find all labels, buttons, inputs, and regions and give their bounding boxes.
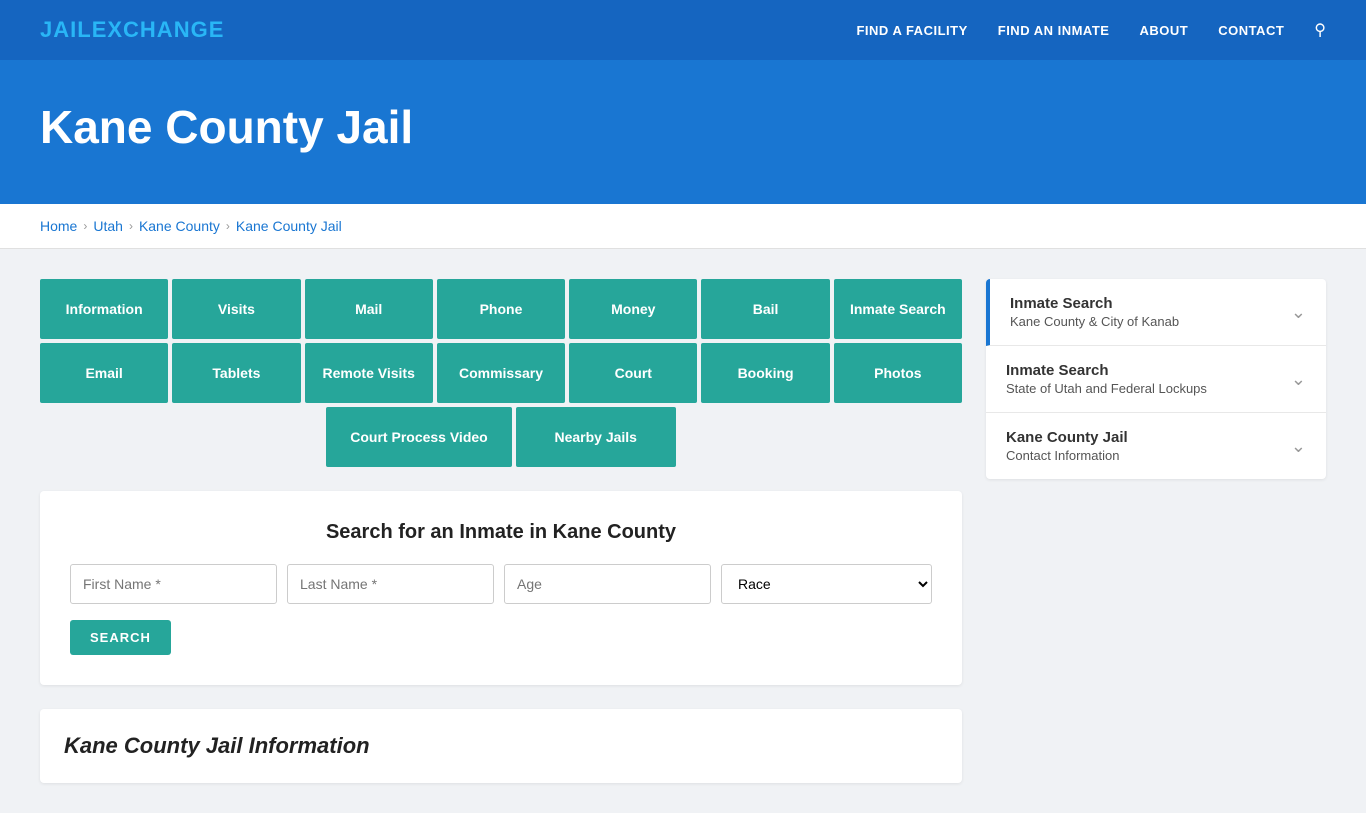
button-grid-row1: Information Visits Mail Phone Money Bail…	[40, 279, 962, 339]
sidebar-column: Inmate Search Kane County & City of Kana…	[986, 279, 1326, 783]
logo-part1: JAIL	[40, 17, 92, 42]
age-input[interactable]	[504, 564, 711, 604]
sidebar-item-text-2: Inmate Search State of Utah and Federal …	[1006, 362, 1207, 396]
main-column: Information Visits Mail Phone Money Bail…	[40, 279, 962, 783]
btn-information[interactable]: Information	[40, 279, 168, 339]
inmate-search-box: Search for an Inmate in Kane County Race…	[40, 491, 962, 685]
site-logo[interactable]: JAILEXCHANGE	[40, 17, 224, 43]
sidebar-item-subtitle-2: State of Utah and Federal Lockups	[1006, 381, 1207, 396]
btn-bail[interactable]: Bail	[701, 279, 829, 339]
nav-find-facility[interactable]: FIND A FACILITY	[856, 23, 967, 38]
breadcrumb-home[interactable]: Home	[40, 218, 77, 234]
chevron-down-icon-3: ⌄	[1291, 436, 1306, 457]
sidebar-item-inmate-search-utah[interactable]: Inmate Search State of Utah and Federal …	[986, 346, 1326, 413]
breadcrumb-utah[interactable]: Utah	[93, 218, 123, 234]
sidebar-item-subtitle-3: Contact Information	[1006, 448, 1128, 463]
btn-remote-visits[interactable]: Remote Visits	[305, 343, 433, 403]
btn-tablets[interactable]: Tablets	[172, 343, 300, 403]
btn-booking[interactable]: Booking	[701, 343, 829, 403]
sidebar-item-title-1: Inmate Search	[1010, 295, 1179, 312]
btn-visits[interactable]: Visits	[172, 279, 300, 339]
nav-about[interactable]: ABOUT	[1139, 23, 1188, 38]
btn-email[interactable]: Email	[40, 343, 168, 403]
btn-court-process-video[interactable]: Court Process Video	[326, 407, 511, 467]
search-button[interactable]: SEARCH	[70, 620, 171, 655]
btn-phone[interactable]: Phone	[437, 279, 565, 339]
page-title: Kane County Jail	[40, 100, 1326, 154]
sidebar-item-text-3: Kane County Jail Contact Information	[1006, 429, 1128, 463]
breadcrumb-sep-3: ›	[226, 219, 230, 233]
info-title: Kane County Jail Information	[64, 733, 938, 759]
first-name-input[interactable]	[70, 564, 277, 604]
nav-contact[interactable]: CONTACT	[1218, 23, 1284, 38]
button-grid-row2: Email Tablets Remote Visits Commissary C…	[40, 343, 962, 403]
nav-find-inmate[interactable]: FIND AN INMATE	[998, 23, 1110, 38]
race-select[interactable]: Race White Black Hispanic Asian Other	[721, 564, 932, 604]
sidebar-item-subtitle-1: Kane County & City of Kanab	[1010, 314, 1179, 329]
info-section: Kane County Jail Information	[40, 709, 962, 783]
btn-photos[interactable]: Photos	[834, 343, 962, 403]
breadcrumb-current: Kane County Jail	[236, 218, 342, 234]
breadcrumb-kane-county[interactable]: Kane County	[139, 218, 220, 234]
btn-inmate-search[interactable]: Inmate Search	[834, 279, 962, 339]
sidebar-item-title-3: Kane County Jail	[1006, 429, 1128, 446]
sidebar-card: Inmate Search Kane County & City of Kana…	[986, 279, 1326, 479]
chevron-down-icon-2: ⌄	[1291, 369, 1306, 390]
btn-mail[interactable]: Mail	[305, 279, 433, 339]
chevron-down-icon-1: ⌄	[1291, 302, 1306, 323]
sidebar-item-contact-info[interactable]: Kane County Jail Contact Information ⌄	[986, 413, 1326, 479]
search-fields: Race White Black Hispanic Asian Other	[70, 564, 932, 604]
page-body: Information Visits Mail Phone Money Bail…	[0, 249, 1366, 813]
main-nav: FIND A FACILITY FIND AN INMATE ABOUT CON…	[856, 20, 1326, 40]
sidebar-item-inmate-search-kane[interactable]: Inmate Search Kane County & City of Kana…	[986, 279, 1326, 346]
logo-part2: EXCHANGE	[92, 17, 225, 42]
btn-court[interactable]: Court	[569, 343, 697, 403]
hero-banner: Kane County Jail	[0, 60, 1366, 204]
btn-nearby-jails[interactable]: Nearby Jails	[516, 407, 676, 467]
breadcrumb-sep-2: ›	[129, 219, 133, 233]
btn-money[interactable]: Money	[569, 279, 697, 339]
breadcrumb-sep-1: ›	[83, 219, 87, 233]
button-grid-row3: Court Process Video Nearby Jails	[40, 407, 962, 467]
last-name-input[interactable]	[287, 564, 494, 604]
btn-commissary[interactable]: Commissary	[437, 343, 565, 403]
search-icon[interactable]: ⚲	[1314, 20, 1326, 40]
search-title: Search for an Inmate in Kane County	[70, 521, 932, 544]
sidebar-item-title-2: Inmate Search	[1006, 362, 1207, 379]
breadcrumb: Home › Utah › Kane County › Kane County …	[0, 204, 1366, 249]
sidebar-item-text-1: Inmate Search Kane County & City of Kana…	[1010, 295, 1179, 329]
